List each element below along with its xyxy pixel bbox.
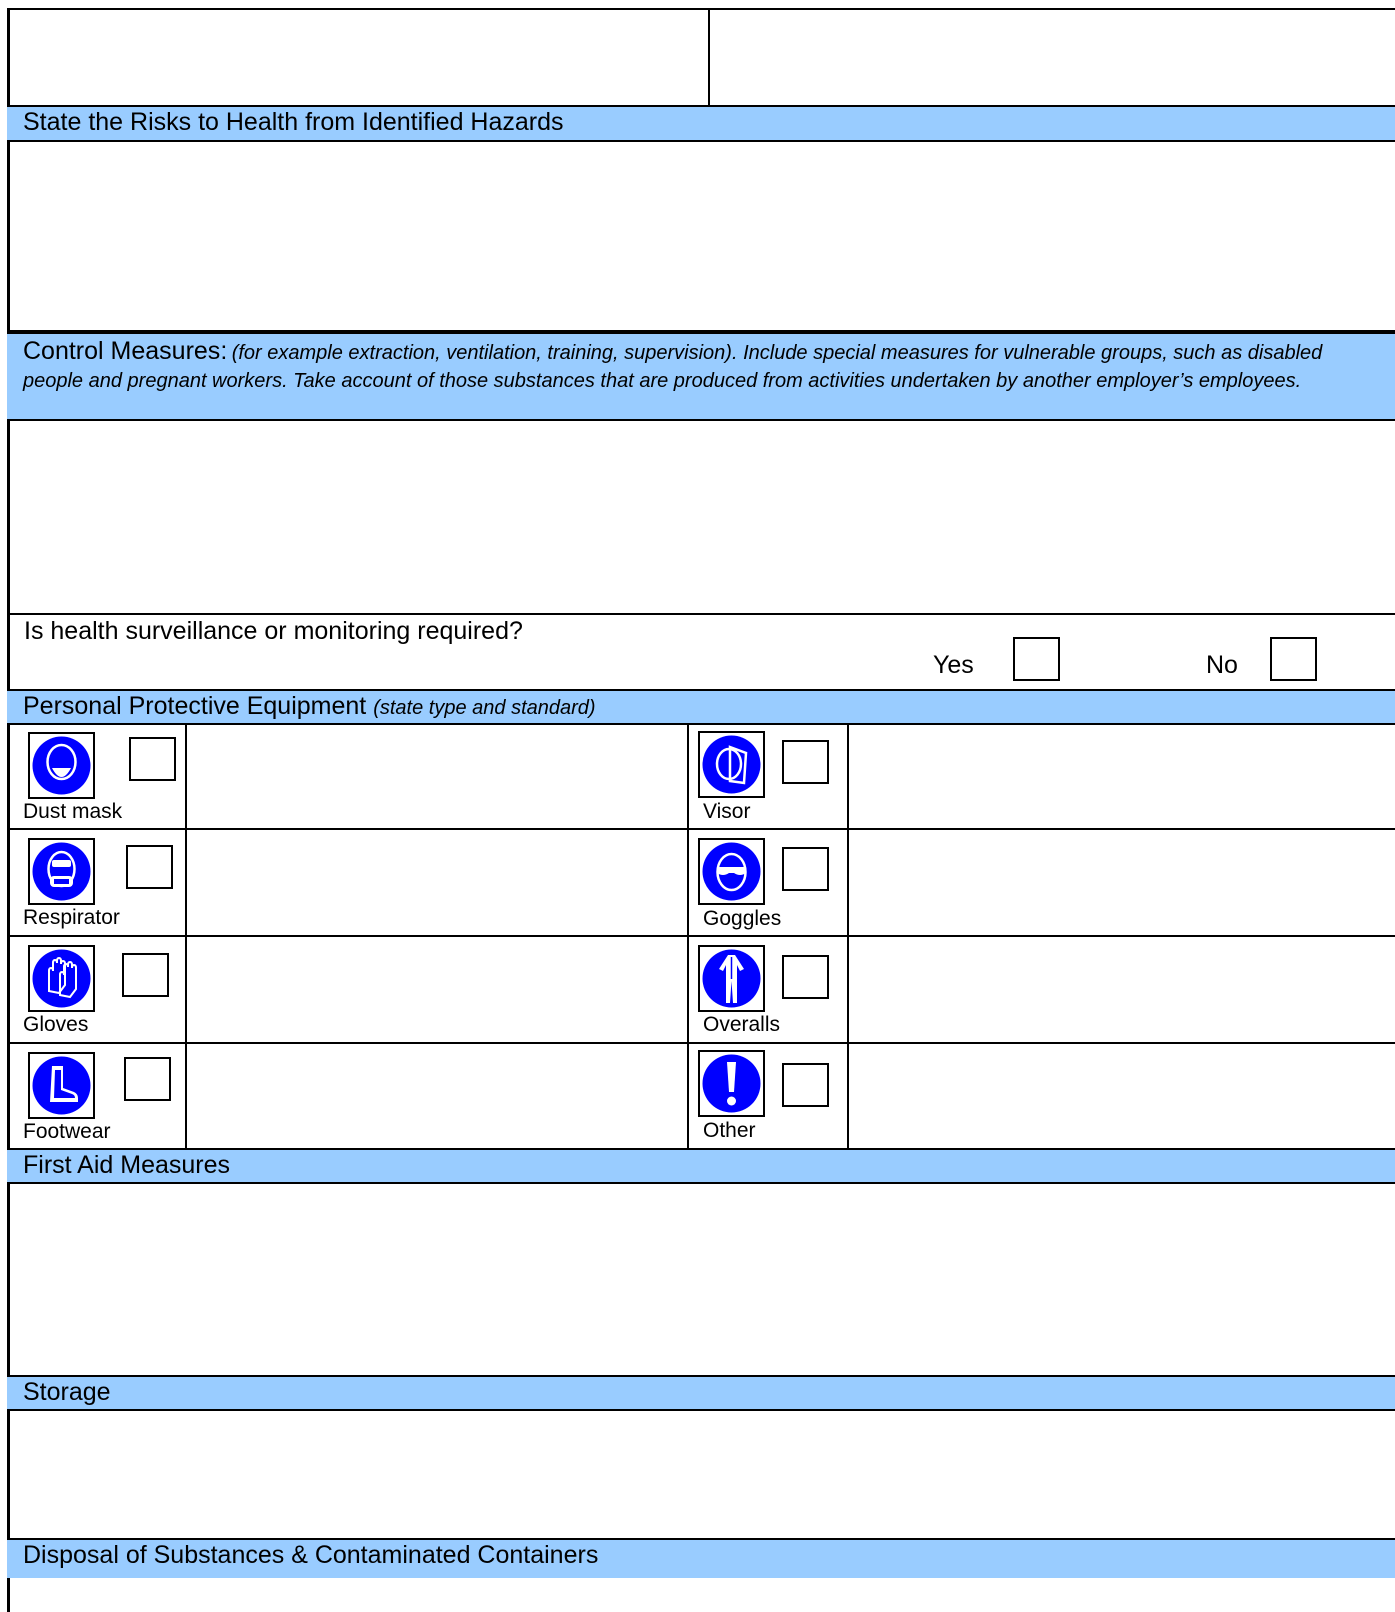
risks-field[interactable]: [10, 142, 1395, 330]
surveillance-yes-label: Yes: [933, 651, 974, 679]
first-aid-header: First Aid Measures: [7, 1148, 1395, 1184]
visor-label: Visor: [703, 800, 751, 823]
other-checkbox[interactable]: [782, 1063, 829, 1107]
first-aid-field[interactable]: [10, 1184, 1395, 1375]
overalls-icon: [698, 945, 765, 1012]
goggles-icon: [698, 838, 765, 905]
gloves-label: Gloves: [23, 1013, 89, 1036]
gloves-description-field[interactable]: [188, 938, 686, 1041]
ppe-row-rule-1: [7, 828, 1395, 830]
visor-checkbox[interactable]: [782, 740, 829, 784]
surveillance-yes-checkbox[interactable]: [1013, 637, 1060, 681]
gloves-icon: [28, 945, 95, 1012]
visor-icon: [698, 731, 765, 798]
ppe-title: Personal Protective Equipment: [23, 692, 367, 720]
goggles-label: Goggles: [703, 907, 782, 930]
ppe-divider-1: [185, 725, 187, 1149]
surveillance-question: Is health surveillance or monitoring req…: [24, 617, 523, 645]
other-icon: [698, 1050, 765, 1117]
disposal-header: Disposal of Substances & Contaminated Co…: [7, 1538, 1395, 1578]
goggles-checkbox[interactable]: [782, 847, 829, 891]
surveillance-no-checkbox[interactable]: [1270, 637, 1317, 681]
risks-title: State the Risks to Health from Identifie…: [23, 108, 564, 136]
overalls-label: Overalls: [703, 1013, 781, 1036]
footwear-checkbox[interactable]: [124, 1057, 171, 1101]
control-bottom-rule: [7, 613, 1395, 615]
gloves-checkbox[interactable]: [122, 953, 169, 997]
ppe-row-rule-3: [7, 1042, 1395, 1044]
respirator-description-field[interactable]: [188, 831, 686, 934]
control-title: Control Measures: [23, 337, 221, 365]
risks-header: State the Risks to Health from Identifie…: [7, 105, 1395, 142]
footwear-icon: [28, 1052, 95, 1119]
dust-mask-description-field[interactable]: [188, 726, 686, 827]
dust-mask-label: Dust mask: [23, 800, 123, 823]
other-label: Other: [703, 1119, 756, 1142]
goggles-description-field[interactable]: [850, 831, 1395, 934]
ppe-divider-2: [687, 725, 689, 1149]
ppe-divider-3: [847, 725, 849, 1149]
dust-mask-icon: [28, 732, 95, 799]
overalls-checkbox[interactable]: [782, 955, 829, 999]
footwear-description-field[interactable]: [188, 1045, 686, 1148]
control-header: Control Measures: (for example extractio…: [7, 334, 1395, 421]
respirator-icon: [28, 838, 95, 905]
footwear-label: Footwear: [23, 1120, 111, 1143]
ppe-row-rule-2: [7, 935, 1395, 937]
dust-mask-checkbox[interactable]: [129, 737, 176, 781]
other-description-field[interactable]: [850, 1045, 1395, 1148]
control-colon: :: [220, 337, 228, 365]
respirator-label: Respirator: [23, 906, 120, 929]
header-right-box[interactable]: [708, 8, 1395, 106]
storage-title: Storage: [23, 1378, 111, 1406]
storage-field[interactable]: [10, 1411, 1395, 1538]
first-aid-title: First Aid Measures: [23, 1151, 231, 1179]
respirator-checkbox[interactable]: [126, 845, 173, 889]
overalls-description-field[interactable]: [850, 938, 1395, 1041]
storage-header: Storage: [7, 1375, 1395, 1411]
ppe-header: Personal Protective Equipment (state typ…: [7, 689, 1395, 725]
header-left-box[interactable]: [7, 8, 710, 106]
disposal-title: Disposal of Substances & Contaminated Co…: [23, 1541, 599, 1569]
ppe-subtitle: (state type and standard): [373, 697, 596, 719]
surveillance-no-label: No: [1206, 651, 1238, 679]
control-field[interactable]: [10, 421, 1395, 613]
visor-description-field[interactable]: [850, 726, 1395, 827]
